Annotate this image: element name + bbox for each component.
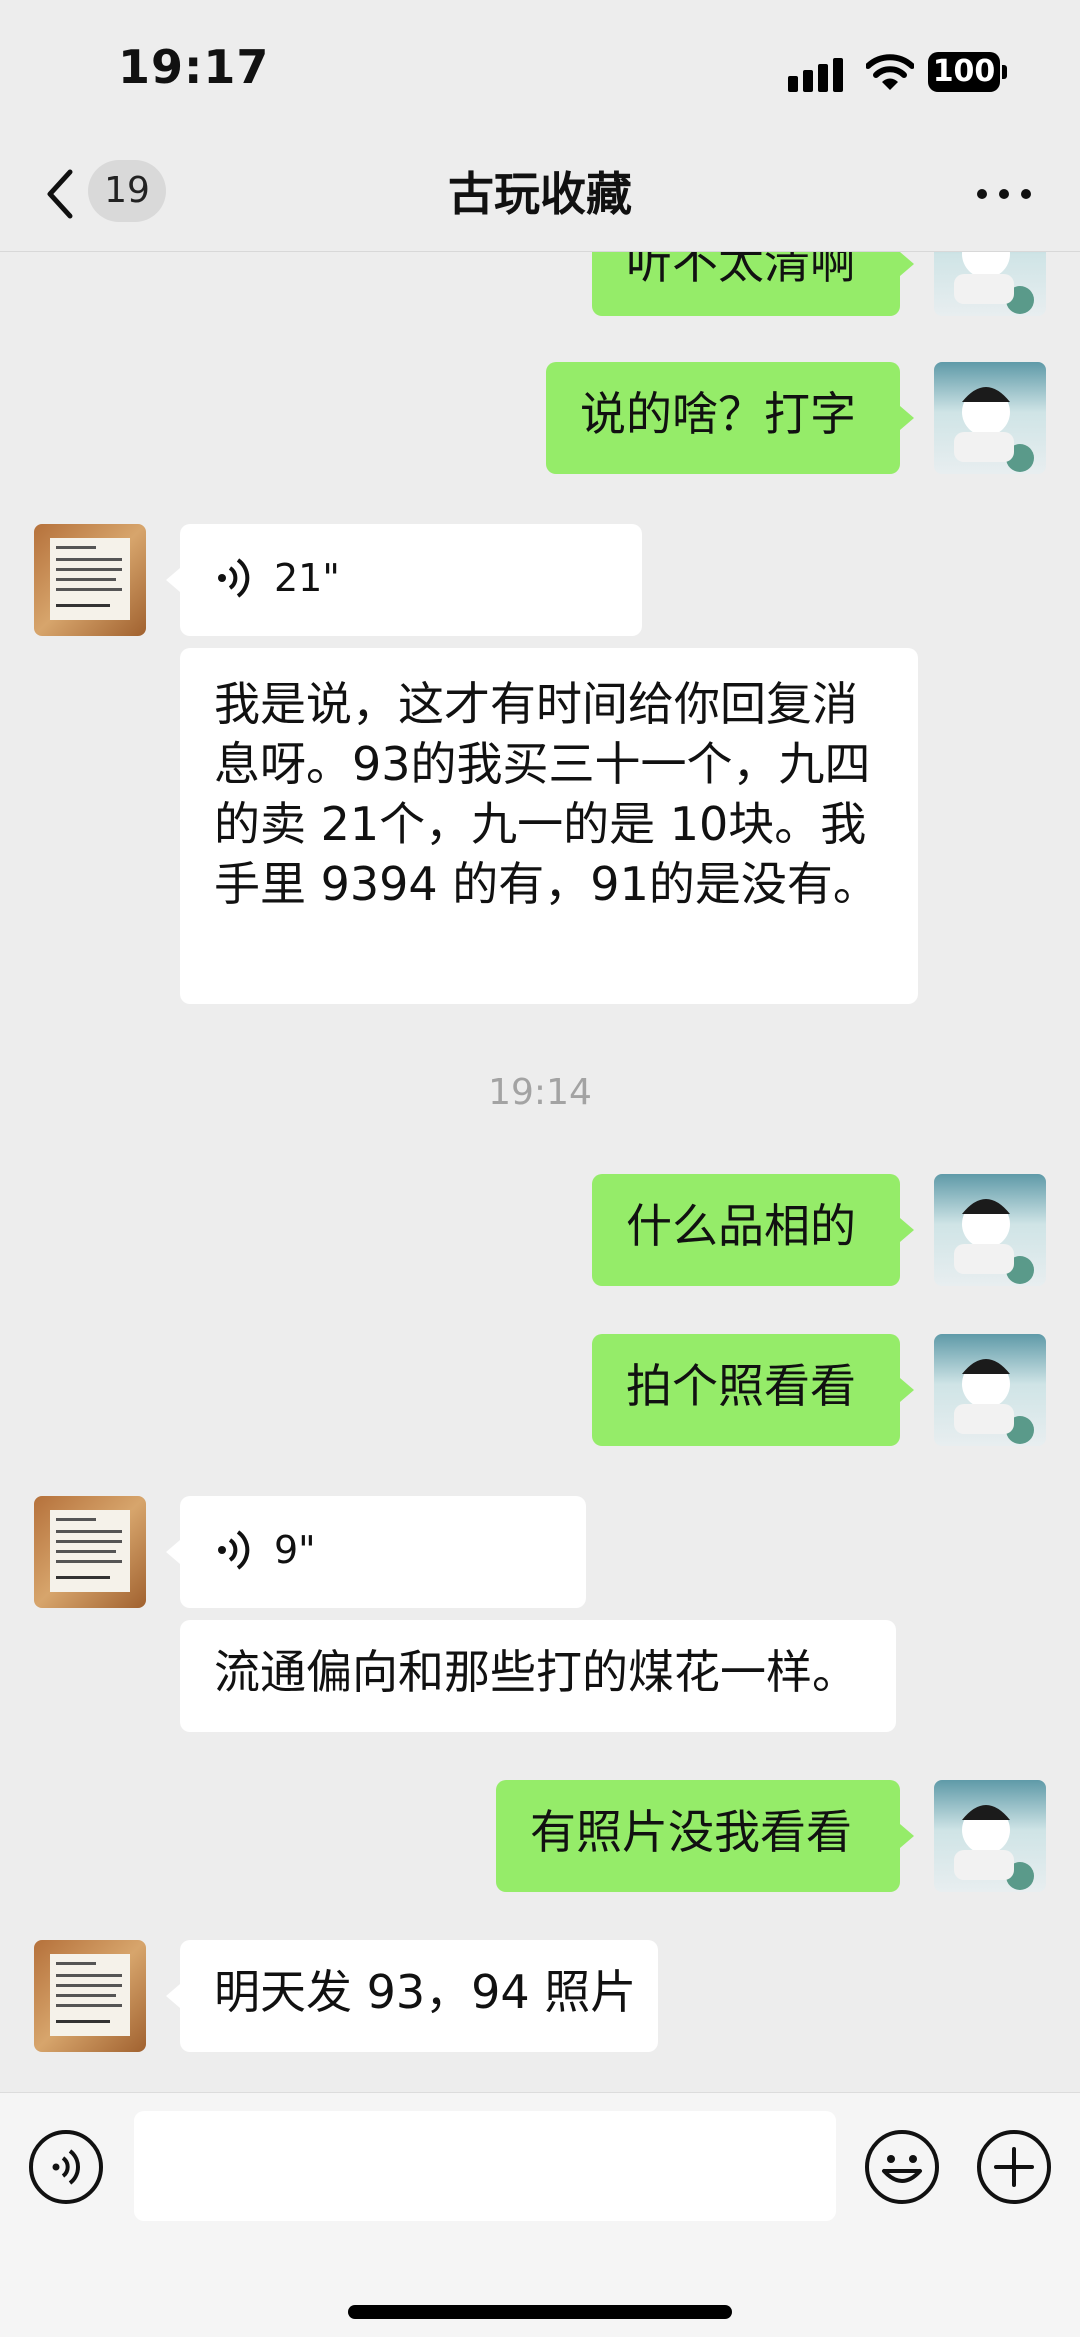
- input-bar: [0, 2092, 1080, 2337]
- more-icon[interactable]: [972, 176, 1036, 212]
- my-avatar[interactable]: [934, 1780, 1046, 1892]
- message-text: 听不太清啊: [626, 252, 856, 289]
- message-timestamp: 19:14: [488, 1072, 592, 1113]
- voice-wave-icon: [218, 558, 250, 598]
- contact-avatar[interactable]: [34, 524, 146, 636]
- message-bubble-incoming[interactable]: 明天发 93，94 照片: [180, 1940, 658, 2052]
- battery-icon: 100: [928, 52, 1008, 92]
- status-time: 19:17: [118, 40, 270, 94]
- message-bubble-outgoing[interactable]: 说的啥？打字: [546, 362, 900, 474]
- status-bar: 19:17 100: [0, 0, 1080, 140]
- bubble-tail: [166, 568, 180, 592]
- message-input[interactable]: [134, 2111, 836, 2221]
- emoji-icon[interactable]: [864, 2129, 940, 2205]
- message-bubble-outgoing[interactable]: 听不太清啊: [592, 252, 900, 316]
- wifi-icon: [866, 54, 914, 90]
- bubble-tail: [900, 1824, 914, 1848]
- voice-duration: 21": [274, 556, 340, 600]
- back-icon[interactable]: [40, 164, 80, 224]
- bubble-tail: [166, 1540, 180, 1564]
- message-bubble-outgoing[interactable]: 拍个照看看: [592, 1334, 900, 1446]
- message-bubble-outgoing[interactable]: 什么品相的: [592, 1174, 900, 1286]
- bubble-tail: [900, 252, 914, 276]
- message-list[interactable]: 听不太清啊 说的啥？打字 21" 我是说，这才有时间给你回复消息呀。93的我买三…: [0, 252, 1080, 2092]
- my-avatar[interactable]: [934, 362, 1046, 474]
- voice-message-bubble[interactable]: 21": [180, 524, 642, 636]
- message-text: 明天发 93，94 照片: [214, 1965, 637, 2019]
- voice-duration: 9": [274, 1528, 316, 1572]
- contact-avatar[interactable]: [34, 1496, 146, 1608]
- my-avatar[interactable]: [934, 252, 1046, 316]
- avatar-paper-image: [50, 1954, 130, 2036]
- battery-level: 100: [928, 52, 1000, 92]
- message-text: 什么品相的: [626, 1199, 856, 1253]
- message-text: 有照片没我看看: [530, 1805, 852, 1859]
- my-avatar[interactable]: [934, 1174, 1046, 1286]
- message-text: 拍个照看看: [626, 1359, 856, 1413]
- signal-icon: [788, 58, 843, 92]
- message-text: 流通偏向和那些打的煤花一样。: [214, 1645, 858, 1699]
- bubble-tail: [900, 1218, 914, 1242]
- voice-message-bubble[interactable]: 9": [180, 1496, 586, 1608]
- message-bubble-incoming[interactable]: 流通偏向和那些打的煤花一样。: [180, 1620, 896, 1732]
- chat-header: 古玩收藏 19: [0, 140, 1080, 252]
- unread-count-badge[interactable]: 19: [88, 160, 166, 222]
- my-avatar[interactable]: [934, 1334, 1046, 1446]
- bubble-tail: [900, 406, 914, 430]
- contact-avatar[interactable]: [34, 1940, 146, 2052]
- bubble-tail: [166, 1984, 180, 2008]
- home-indicator: [348, 2305, 732, 2319]
- voice-wave-icon: [218, 1530, 250, 1570]
- bubble-tail: [900, 1378, 914, 1402]
- message-bubble-incoming[interactable]: 我是说，这才有时间给你回复消息呀。93的我买三十一个，九四的卖 21个，九一的是…: [180, 648, 918, 1004]
- message-text: 说的啥？打字: [580, 387, 856, 441]
- message-text: 我是说，这才有时间给你回复消息呀。93的我买三十一个，九四的卖 21个，九一的是…: [214, 677, 879, 911]
- plus-icon[interactable]: [976, 2129, 1052, 2205]
- battery-tip: [1002, 65, 1007, 79]
- voice-input-icon[interactable]: [28, 2129, 104, 2205]
- avatar-paper-image: [50, 1510, 130, 1592]
- message-bubble-outgoing[interactable]: 有照片没我看看: [496, 1780, 900, 1892]
- avatar-paper-image: [50, 538, 130, 620]
